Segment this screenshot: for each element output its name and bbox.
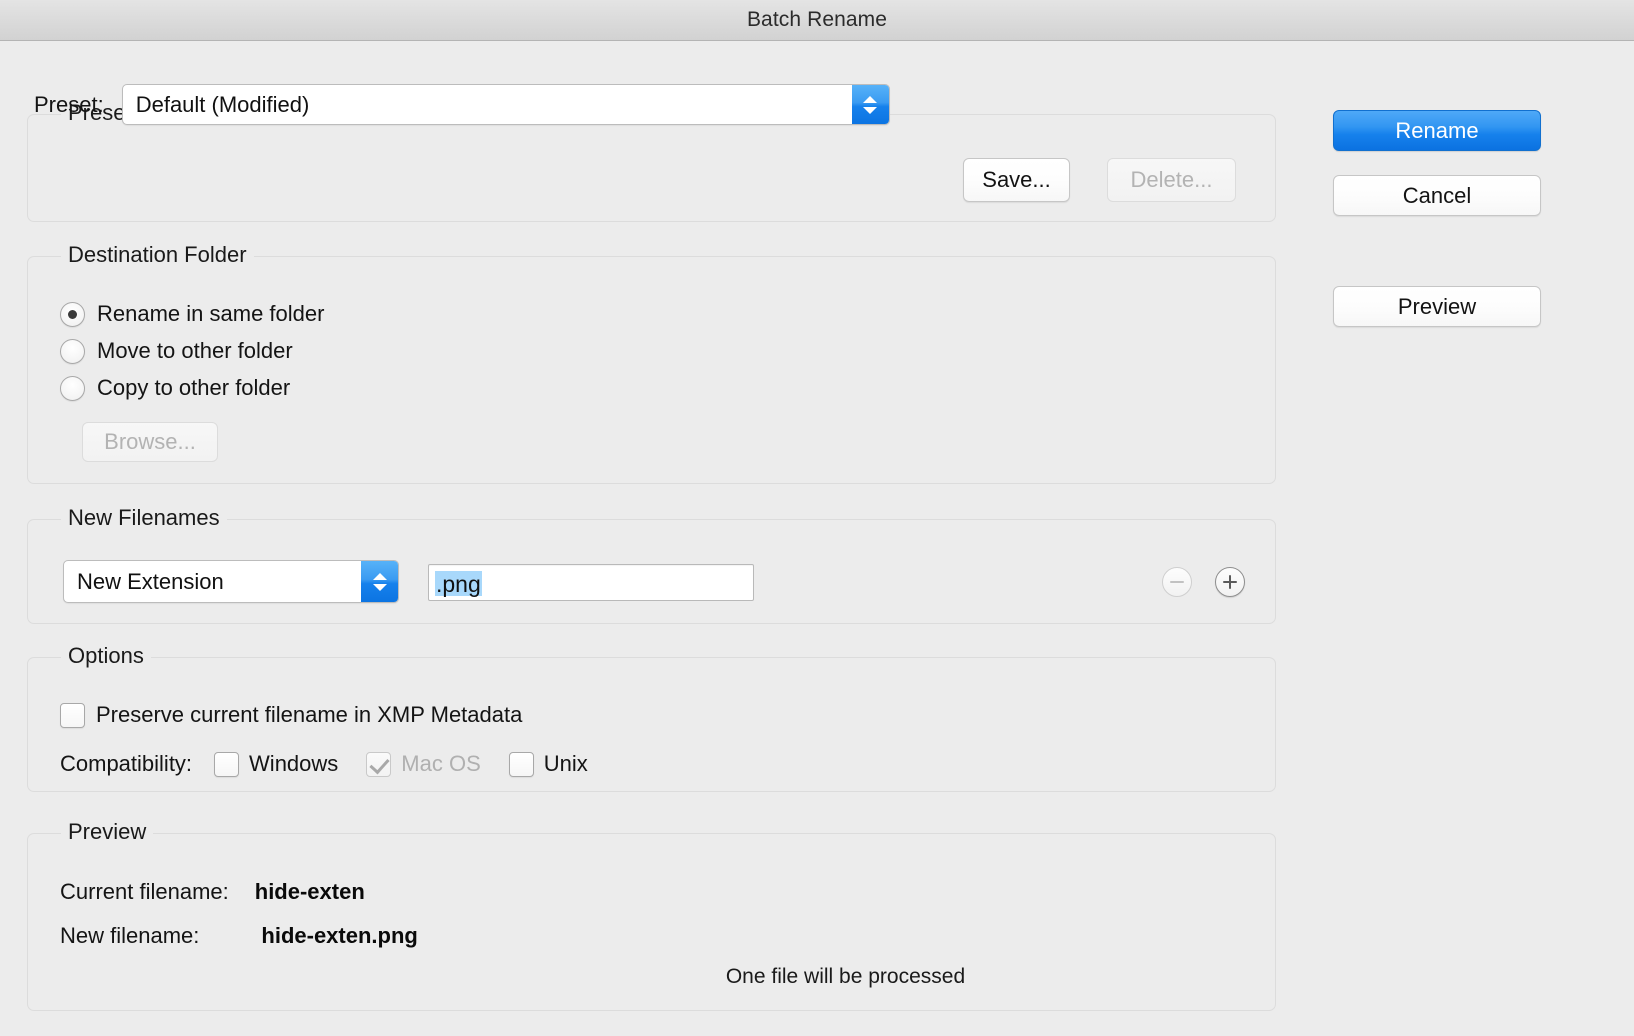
compatibility-label: Compatibility:: [60, 751, 193, 776]
extension-input[interactable]: .png: [428, 564, 754, 601]
window-title: Batch Rename: [746, 8, 888, 31]
preset-row: Preset: Default (Modified): [34, 84, 890, 125]
browse-button[interactable]: Browse...: [82, 422, 218, 462]
checkbox-icon[interactable]: [508, 751, 534, 777]
save-preset-button[interactable]: Save...: [963, 158, 1070, 202]
checkbox-compat-macos[interactable]: Mac OS: [366, 751, 481, 777]
preview-file-count-text: One file will be processed: [725, 965, 966, 988]
checkbox-compat-unix[interactable]: Unix: [508, 751, 588, 777]
preset-dropdown-value: Default (Modified): [135, 91, 310, 117]
window-titlebar: Batch Rename: [0, 0, 1634, 41]
radio-button-icon[interactable]: [60, 375, 85, 401]
cancel-button[interactable]: Cancel: [1333, 175, 1541, 216]
extension-input-value: .png: [435, 570, 482, 597]
minus-glyph: [1170, 580, 1184, 584]
radio-copy-to-other-folder[interactable]: Copy to other folder: [60, 375, 290, 401]
rule-type-dropdown-value: New Extension: [77, 568, 224, 594]
checkbox-compat-unix-label: Unix: [543, 751, 588, 776]
checkbox-preserve-filename-xmp-label: Preserve current filename in XMP Metadat…: [96, 702, 523, 727]
radio-move-to-other-folder[interactable]: Move to other folder: [60, 338, 293, 364]
radio-button-icon[interactable]: [60, 301, 85, 327]
delete-preset-button[interactable]: Delete...: [1107, 158, 1236, 202]
dialog-body: Presets Preset: Default (Modified) Save.…: [0, 41, 1634, 1036]
checkbox-compat-windows-label: Windows: [249, 751, 339, 776]
checkbox-preserve-filename-xmp[interactable]: Preserve current filename in XMP Metadat…: [60, 702, 522, 728]
checkbox-icon[interactable]: [366, 751, 392, 777]
chevron-down-icon: [372, 583, 387, 591]
checkbox-icon[interactable]: [60, 702, 85, 728]
preview-group-title: Preview: [61, 819, 154, 845]
preset-dropdown[interactable]: Default (Modified): [121, 84, 890, 125]
plus-circle-icon[interactable]: [1215, 567, 1245, 597]
minus-circle-icon[interactable]: [1162, 567, 1192, 597]
chevron-updown-icon[interactable]: [361, 561, 398, 602]
preview-button[interactable]: Preview: [1333, 286, 1541, 327]
radio-copy-to-other-folder-label: Copy to other folder: [97, 375, 291, 400]
plus-glyph-vertical: [1228, 575, 1232, 589]
checkbox-compat-windows[interactable]: Windows: [214, 751, 338, 777]
presets-group: Presets: [27, 100, 1276, 222]
radio-rename-in-same-folder-label: Rename in same folder: [97, 301, 325, 326]
rename-button[interactable]: Rename: [1333, 110, 1541, 151]
compatibility-row: Compatibility: Windows Mac OS Unix: [60, 751, 616, 777]
preview-current-filename-value: hide-exten: [254, 879, 365, 904]
chevron-up-icon: [863, 95, 878, 103]
preview-new-filename-row: New filename: hide-exten.png: [60, 923, 418, 949]
preview-new-filename-value: hide-exten.png: [261, 923, 418, 948]
chevron-down-icon: [863, 106, 878, 114]
rule-type-dropdown[interactable]: New Extension: [63, 560, 399, 603]
checkbox-compat-macos-label: Mac OS: [401, 751, 481, 776]
preview-current-filename-label: Current filename:: [60, 879, 229, 904]
chevron-up-icon: [372, 572, 387, 580]
radio-button-icon[interactable]: [60, 338, 85, 364]
preview-current-filename-row: Current filename: hide-exten: [60, 879, 365, 905]
radio-move-to-other-folder-label: Move to other folder: [97, 338, 293, 363]
radio-rename-in-same-folder[interactable]: Rename in same folder: [60, 301, 324, 327]
chevron-updown-icon[interactable]: [851, 85, 889, 124]
checkbox-icon[interactable]: [214, 751, 240, 777]
preview-new-filename-label: New filename:: [60, 923, 200, 948]
options-group-title: Options: [61, 643, 151, 669]
destination-folder-group-title: Destination Folder: [61, 242, 254, 268]
preset-label: Preset:: [34, 91, 104, 117]
new-filenames-group-title: New Filenames: [61, 505, 227, 531]
